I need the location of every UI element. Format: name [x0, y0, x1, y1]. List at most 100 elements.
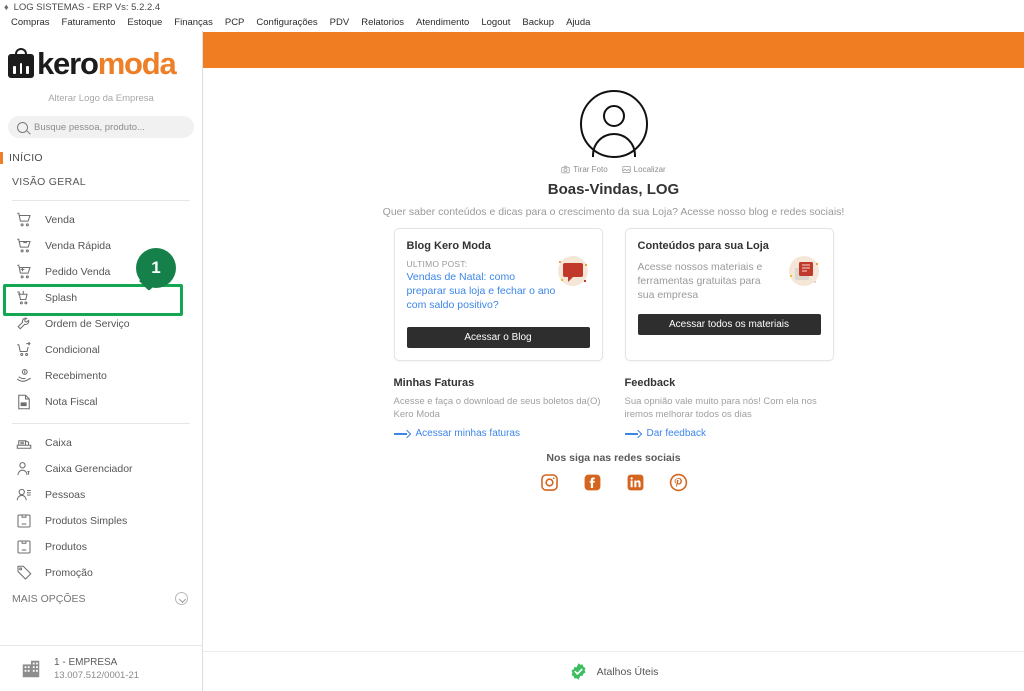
company-name: 1 - EMPRESA [54, 656, 118, 668]
company-cnpj: 13.007.512/0001-21 [54, 669, 140, 681]
sidebar-item-venda-rapida-label: Venda Rápida [45, 240, 111, 252]
give-feedback-link[interactable]: Dar feedback [624, 428, 834, 440]
menu-item-backup[interactable]: Backup [516, 15, 560, 30]
sidebar-item-produtos-label: Produtos [45, 541, 88, 553]
access-invoices-link[interactable]: Acessar minhas faturas [393, 428, 603, 439]
sidebar-item-venda[interactable]: Venda [0, 207, 202, 233]
menu-item-logout[interactable]: Logout [475, 15, 516, 30]
sidebar-item-caixa[interactable]: Caixa [0, 430, 202, 456]
card-materials-description: Acesse nossos materiais e ferramentas gr… [637, 261, 763, 301]
sidebar-item-ordem-de-servico[interactable]: Ordem de Serviço [0, 311, 202, 337]
verified-badge-icon [569, 662, 588, 681]
sidebar-item-inicio[interactable]: INÍCIO [0, 148, 202, 168]
sidebar-item-splash[interactable]: Splash [0, 285, 202, 311]
sidebar-item-recebimento[interactable]: Recebimento [0, 363, 202, 389]
sidebar-group-management: Caixa Caixa Gerenciador Pessoas Produtos… [0, 424, 202, 586]
social-title: Nos siga nas redes sociais [546, 452, 681, 465]
cart-arrow-icon [14, 340, 34, 360]
menu-item-compras[interactable]: Compras [5, 15, 56, 30]
camera-icon [561, 165, 570, 174]
search-placeholder: Busque pessoa, produto... [34, 121, 145, 133]
locate-button[interactable]: Localizar [622, 165, 666, 174]
window-titlebar: ♦ LOG SISTEMAS - ERP Vs: 5.2.2.4 [0, 0, 1024, 14]
sidebar-item-venda-rapida[interactable]: Venda Rápida [0, 233, 202, 259]
shopping-bag-icon [8, 48, 34, 78]
welcome-subtitle: Quer saber conteúdos e dicas para o cres… [382, 206, 845, 218]
user-avatar-icon[interactable] [579, 90, 648, 158]
sidebar-item-pedido-venda[interactable]: Pedido Venda [0, 259, 202, 285]
take-photo-button[interactable]: Tirar Foto [561, 165, 608, 174]
sidebar-item-caixa-gerenciador[interactable]: Caixa Gerenciador [0, 456, 202, 482]
access-materials-button[interactable]: Acessar todos os materiais [637, 313, 821, 335]
sidebar-item-recebimento-label: Recebimento [45, 370, 107, 382]
access-blog-button[interactable]: Acessar o Blog [406, 326, 590, 348]
menu-item-configuracoes[interactable]: Configurações [250, 15, 323, 30]
image-search-icon [622, 165, 631, 174]
speech-bubble-icon [553, 251, 593, 291]
change-company-logo-link[interactable]: Alterar Logo da Empresa [0, 93, 202, 104]
cart-fast-icon [14, 236, 34, 256]
sidebar-more-options-label: MAIS OPÇÕES [12, 592, 86, 605]
take-photo-label: Tirar Foto [573, 165, 608, 174]
locate-label: Localizar [633, 165, 666, 174]
menu-item-faturamento[interactable]: Faturamento [56, 15, 122, 30]
main-menubar[interactable]: Compras Faturamento Estoque Finanças PCP… [0, 14, 1024, 31]
sidebar-item-produtos-simples-label: Produtos Simples [45, 515, 128, 527]
sidebar-item-nota-fiscal[interactable]: Nota Fiscal [0, 389, 202, 415]
arrow-right-icon [393, 430, 410, 438]
linkedin-icon[interactable] [626, 473, 645, 492]
sidebar-item-produtos[interactable]: Produtos [0, 534, 202, 560]
sidebar-item-promocao[interactable]: Promoção [0, 560, 202, 586]
card-blog-post-link[interactable]: Vendas de Natal: como preparar sua loja … [407, 271, 557, 313]
cart-money-icon [14, 288, 34, 308]
sidebar: keromoda Alterar Logo da Empresa Busque … [0, 31, 203, 691]
card-blog: Blog Kero Moda ULTIMO POST: Vendas de Na… [393, 228, 603, 361]
menu-item-financas[interactable]: Finanças [168, 15, 219, 30]
instagram-icon[interactable] [540, 473, 559, 492]
menu-item-atendimento[interactable]: Atendimento [410, 15, 475, 30]
sidebar-item-pessoas[interactable]: Pessoas [0, 482, 202, 508]
facebook-icon[interactable] [583, 473, 602, 492]
window-title: LOG SISTEMAS - ERP Vs: 5.2.2.4 [13, 1, 161, 13]
give-feedback-label: Dar feedback [646, 428, 706, 440]
chevron-down-icon[interactable] [175, 592, 188, 605]
sidebar-item-splash-label: Splash [45, 292, 78, 304]
sidebar-group-operations: Venda Venda Rápida Pedido Venda Splash O… [0, 201, 202, 415]
logo-text: keromoda [37, 45, 177, 81]
pinterest-icon[interactable] [669, 473, 688, 492]
company-info[interactable]: 1 - EMPRESA 13.007.512/0001-21 [0, 645, 202, 691]
sidebar-item-condicional[interactable]: Condicional [0, 337, 202, 363]
sidebar-section-visao-geral[interactable]: VISÃO GERAL [0, 172, 202, 192]
promo-cards: Blog Kero Moda ULTIMO POST: Vendas de Na… [203, 228, 1024, 361]
menu-item-ajuda[interactable]: Ajuda [560, 15, 596, 30]
welcome-section: Tirar Foto Localizar Boas-Vindas, LOG Qu… [203, 68, 1024, 218]
box-icon [14, 537, 34, 557]
social-icons [203, 473, 1024, 492]
people-icon [14, 485, 34, 505]
hand-money-icon [14, 366, 34, 386]
sidebar-item-inicio-label: INÍCIO [9, 152, 43, 164]
box-simple-icon [14, 511, 34, 531]
search-input[interactable]: Busque pessoa, produto... [8, 116, 194, 138]
top-orange-bar [203, 32, 1024, 68]
sidebar-item-produtos-simples[interactable]: Produtos Simples [0, 508, 202, 534]
logo-text-secondary: moda [97, 45, 177, 81]
menu-item-estoque[interactable]: Estoque [121, 15, 168, 30]
sidebar-item-pessoas-label: Pessoas [45, 489, 86, 501]
sidebar-more-options[interactable]: MAIS OPÇÕES [0, 586, 202, 605]
section-minhas-faturas: Minhas Faturas Acesse e faça o download … [393, 377, 603, 439]
brand-logo[interactable]: keromoda [0, 31, 202, 89]
sidebar-item-condicional-label: Condicional [45, 344, 100, 356]
menu-item-relatorios[interactable]: Relatorios [355, 15, 410, 30]
sidebar-section-visao-geral-label: VISÃO GERAL [12, 176, 86, 188]
app-window: ♦ LOG SISTEMAS - ERP Vs: 5.2.2.4 Compras… [0, 0, 1024, 691]
sidebar-nav: INÍCIO VISÃO GERAL [0, 138, 202, 192]
menu-item-pcp[interactable]: PCP [219, 15, 251, 30]
menu-item-pdv[interactable]: PDV [324, 15, 356, 30]
tag-icon [14, 563, 34, 583]
register-icon [14, 433, 34, 453]
wrench-icon [14, 314, 34, 334]
building-icon [20, 657, 42, 681]
invoice-icon [14, 392, 34, 412]
cart-order-icon [14, 262, 34, 282]
